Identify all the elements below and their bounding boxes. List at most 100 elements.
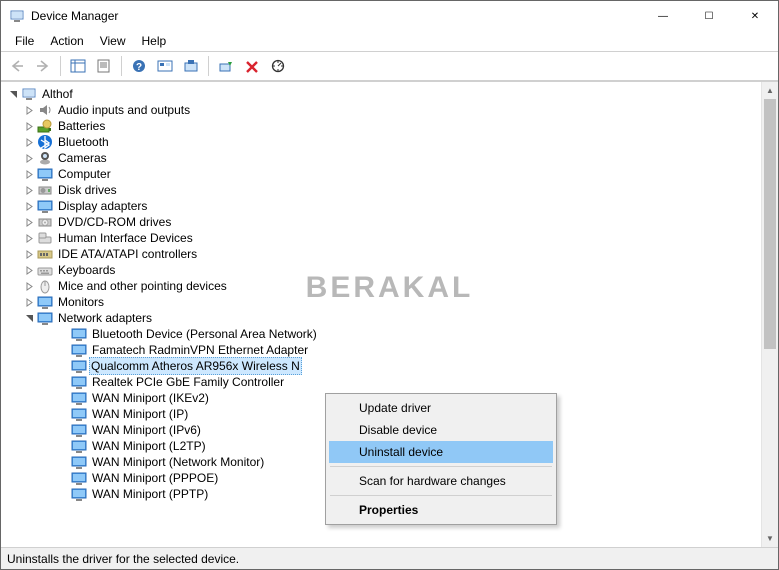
- toolbar-enable-device-button[interactable]: [214, 54, 238, 78]
- menu-view[interactable]: View: [92, 32, 134, 50]
- expand-caret-icon[interactable]: [23, 120, 35, 132]
- show-hide-tree-icon: [70, 59, 86, 73]
- category-node[interactable]: Monitors: [5, 294, 760, 310]
- expand-caret-icon[interactable]: [23, 200, 35, 212]
- caret-spacer: [57, 424, 69, 436]
- tree-row-label: DVD/CD-ROM drives: [56, 214, 173, 230]
- scrollbar-thumb[interactable]: [764, 99, 776, 349]
- category-node[interactable]: Batteries: [5, 118, 760, 134]
- category-node[interactable]: DVD/CD-ROM drives: [5, 214, 760, 230]
- tree-row-label: Monitors: [56, 294, 106, 310]
- caret-spacer: [57, 456, 69, 468]
- context-menu-item[interactable]: Properties: [329, 499, 553, 521]
- device-node[interactable]: Bluetooth Device (Personal Area Network): [5, 326, 760, 342]
- tree-row-label: Audio inputs and outputs: [56, 102, 192, 118]
- toolbar-separator: [60, 56, 61, 76]
- category-node[interactable]: Computer: [5, 166, 760, 182]
- expand-caret-icon[interactable]: [23, 248, 35, 260]
- toolbar-uninstall-device-button[interactable]: [240, 54, 264, 78]
- computer-icon: [21, 86, 37, 102]
- monitor-icon: [71, 470, 87, 486]
- tree-row-label: WAN Miniport (IP): [90, 406, 190, 422]
- scroll-down-button[interactable]: ▼: [762, 530, 778, 547]
- category-node[interactable]: Audio inputs and outputs: [5, 102, 760, 118]
- category-node[interactable]: Disk drives: [5, 182, 760, 198]
- context-menu-item[interactable]: Scan for hardware changes: [329, 470, 553, 492]
- monitor-icon: [71, 406, 87, 422]
- tree-row-label: WAN Miniport (IKEv2): [90, 390, 211, 406]
- expand-caret-icon[interactable]: [23, 264, 35, 276]
- battery-icon: [37, 118, 53, 134]
- expand-caret-icon[interactable]: [23, 152, 35, 164]
- expand-caret-icon[interactable]: [23, 216, 35, 228]
- menu-file[interactable]: File: [7, 32, 42, 50]
- toolbar-show-hidden-button[interactable]: [153, 54, 177, 78]
- collapse-caret-icon[interactable]: [23, 312, 35, 324]
- category-node[interactable]: Keyboards: [5, 262, 760, 278]
- category-node[interactable]: Bluetooth: [5, 134, 760, 150]
- context-menu-item[interactable]: Update driver: [329, 397, 553, 419]
- tree-row-label: IDE ATA/ATAPI controllers: [56, 246, 199, 262]
- category-node[interactable]: Mice and other pointing devices: [5, 278, 760, 294]
- toolbar-scan-hardware-button[interactable]: [266, 54, 290, 78]
- context-menu-item[interactable]: Uninstall device: [329, 441, 553, 463]
- toolbar-properties-button[interactable]: [92, 54, 116, 78]
- camera-icon: [37, 150, 53, 166]
- properties-icon: [96, 59, 112, 73]
- monitor-icon: [37, 198, 53, 214]
- context-menu-item[interactable]: Disable device: [329, 419, 553, 441]
- tree-row-label: Human Interface Devices: [56, 230, 195, 246]
- tree-row-label: Batteries: [56, 118, 107, 134]
- keyboard-icon: [37, 262, 53, 278]
- device-node[interactable]: Famatech RadminVPN Ethernet Adapter: [5, 342, 760, 358]
- disk-icon: [37, 182, 53, 198]
- monitor-icon: [71, 454, 87, 470]
- forward-icon: [35, 59, 51, 73]
- expand-caret-icon[interactable]: [23, 136, 35, 148]
- monitor-icon: [71, 374, 87, 390]
- expand-caret-icon[interactable]: [23, 168, 35, 180]
- category-node[interactable]: Network adapters: [5, 310, 760, 326]
- dvd-icon: [37, 214, 53, 230]
- caret-spacer: [57, 360, 69, 372]
- hid-icon: [37, 230, 53, 246]
- category-node[interactable]: Display adapters: [5, 198, 760, 214]
- close-button[interactable]: ✕: [732, 1, 778, 31]
- toolbar-forward-button: [31, 54, 55, 78]
- root-node[interactable]: Althof: [5, 86, 760, 102]
- scroll-up-button[interactable]: ▲: [762, 82, 778, 99]
- caret-spacer: [57, 376, 69, 388]
- monitor-icon: [71, 342, 87, 358]
- toolbar-update-driver-button[interactable]: [179, 54, 203, 78]
- monitor-icon: [71, 438, 87, 454]
- category-node[interactable]: IDE ATA/ATAPI controllers: [5, 246, 760, 262]
- maximize-button[interactable]: ☐: [686, 1, 732, 31]
- expand-caret-icon[interactable]: [23, 104, 35, 116]
- menu-action[interactable]: Action: [42, 32, 91, 50]
- help-icon: ?: [131, 59, 147, 73]
- category-node[interactable]: Human Interface Devices: [5, 230, 760, 246]
- tree-row-label: Qualcomm Atheros AR956x Wireless N: [89, 357, 302, 375]
- category-node[interactable]: Cameras: [5, 150, 760, 166]
- expand-caret-icon[interactable]: [23, 280, 35, 292]
- collapse-caret-icon[interactable]: [7, 88, 19, 100]
- tree-row-label: WAN Miniport (PPPOE): [90, 470, 220, 486]
- expand-caret-icon[interactable]: [23, 184, 35, 196]
- minimize-button[interactable]: —: [640, 1, 686, 31]
- device-node[interactable]: Qualcomm Atheros AR956x Wireless N: [5, 358, 760, 374]
- expand-caret-icon[interactable]: [23, 232, 35, 244]
- toolbar-help-button[interactable]: ?: [127, 54, 151, 78]
- audio-icon: [37, 102, 53, 118]
- vertical-scrollbar[interactable]: ▲ ▼: [761, 82, 778, 547]
- tree-row-label: WAN Miniport (Network Monitor): [90, 454, 266, 470]
- menu-help[interactable]: Help: [134, 32, 175, 50]
- tree-row-label: WAN Miniport (PPTP): [90, 486, 210, 502]
- toolbar-show-hide-tree-button[interactable]: [66, 54, 90, 78]
- expand-caret-icon[interactable]: [23, 296, 35, 308]
- uninstall-device-icon: [244, 59, 260, 73]
- caret-spacer: [57, 472, 69, 484]
- tree-row-label: WAN Miniport (L2TP): [90, 438, 208, 454]
- device-node[interactable]: Realtek PCIe GbE Family Controller: [5, 374, 760, 390]
- mouse-icon: [37, 278, 53, 294]
- monitor-icon: [71, 486, 87, 502]
